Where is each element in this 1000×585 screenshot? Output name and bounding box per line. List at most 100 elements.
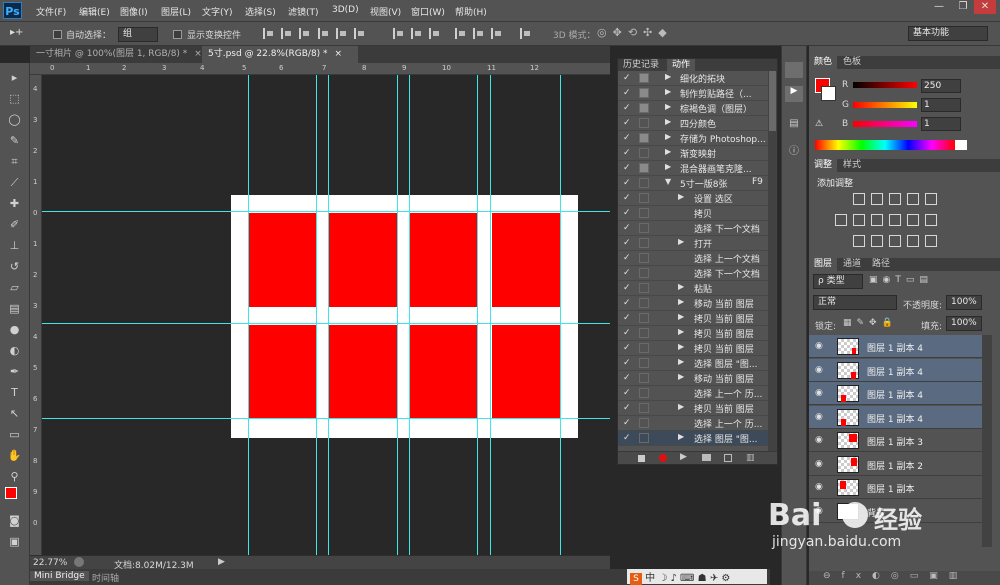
adjustment-icon[interactable] <box>889 235 901 247</box>
expand-arrow-icon[interactable]: ▶ <box>665 147 671 156</box>
g-slider[interactable] <box>853 102 917 108</box>
align-hcenter-icon[interactable] <box>281 28 292 39</box>
actions-scrollbar[interactable] <box>768 71 777 451</box>
guide-vertical[interactable] <box>560 75 561 555</box>
gradient-tool-icon[interactable]: ▤ <box>6 300 23 317</box>
action-row[interactable]: ✓ ▶ 移动 当前 图层 <box>618 296 768 311</box>
action-row[interactable]: ✓ 选择 上一个文档 <box>618 251 768 266</box>
action-row[interactable]: ✓ ▶ 设置 选区 <box>618 191 768 206</box>
sogou-icon[interactable]: S <box>630 573 642 585</box>
dialog-toggle-box[interactable] <box>639 403 649 413</box>
action-toggle-check-icon[interactable]: ✓ <box>623 343 631 353</box>
action-row[interactable]: ✓ ▶ 选择 图层 "图... <box>618 356 768 371</box>
expand-arrow-icon[interactable]: ▶ <box>665 72 671 81</box>
action-toggle-check-icon[interactable]: ✓ <box>623 313 631 323</box>
bg-color-swatch[interactable] <box>821 86 836 101</box>
quick-select-tool-icon[interactable]: ✎ <box>6 132 23 149</box>
layer-row[interactable]: ◉ 图层 1 副本 4 <box>809 382 982 405</box>
guide-vertical[interactable] <box>490 75 491 555</box>
dialog-toggle-box[interactable] <box>639 133 649 143</box>
guide-vertical[interactable] <box>328 75 329 555</box>
action-toggle-check-icon[interactable]: ✓ <box>623 148 631 158</box>
action-row[interactable]: ✓ ▶ 四分颜色 <box>618 116 768 131</box>
action-toggle-check-icon[interactable]: ✓ <box>623 163 631 173</box>
expand-arrow-icon[interactable]: ▶ <box>665 87 671 96</box>
align-top-icon[interactable] <box>318 28 329 39</box>
action-row[interactable]: ✓ ▶ 粘贴 <box>618 281 768 296</box>
dialog-toggle-box[interactable] <box>639 103 649 113</box>
close-button[interactable]: ✕ <box>974 0 996 14</box>
dialog-toggle-box[interactable] <box>639 298 649 308</box>
dialog-toggle-box[interactable] <box>639 313 649 323</box>
layer-row[interactable]: ◉ 图层 1 副本 4 <box>809 335 982 358</box>
fill-input[interactable]: 100% <box>946 316 982 331</box>
visibility-eye-icon[interactable]: ◉ <box>815 365 823 375</box>
action-row[interactable]: ✓ ▶ 制作剪贴路径（... <box>618 86 768 101</box>
action-row[interactable]: ✓ 选择 上一个 历... <box>618 416 768 431</box>
menu-item[interactable]: 滤镜(T) <box>288 5 319 18</box>
path-select-tool-icon[interactable]: ↖ <box>6 405 23 422</box>
adjustment-icon[interactable] <box>889 193 901 205</box>
action-toggle-check-icon[interactable]: ✓ <box>623 433 631 443</box>
action-toggle-check-icon[interactable]: ✓ <box>623 238 631 248</box>
eyedropper-tool-icon[interactable]: ⟋ <box>6 174 23 191</box>
expand-arrow-icon[interactable]: ▶ <box>665 132 671 141</box>
align-left-icon[interactable] <box>263 28 274 39</box>
layer-row[interactable]: ◉ 图层 1 副本 3 <box>809 429 982 452</box>
lock-icons[interactable]: ▦✎✥🔒 <box>843 318 898 328</box>
action-row[interactable]: ✓ ▶ 存储为 Photoshop... <box>618 131 768 146</box>
action-toggle-check-icon[interactable]: ✓ <box>623 358 631 368</box>
zoom-level[interactable]: 22.77% <box>33 558 67 568</box>
dialog-toggle-box[interactable] <box>639 148 649 158</box>
action-toggle-check-icon[interactable]: ✓ <box>623 223 631 233</box>
distribute-left-icon[interactable] <box>455 28 466 39</box>
r-value[interactable]: 250 <box>921 79 961 93</box>
menu-item[interactable]: 文字(Y) <box>202 5 233 18</box>
align-right-icon[interactable] <box>299 28 310 39</box>
action-toggle-check-icon[interactable]: ✓ <box>623 418 631 428</box>
align-bottom-icon[interactable] <box>354 28 365 39</box>
dialog-toggle-box[interactable] <box>639 193 649 203</box>
action-toggle-check-icon[interactable]: ✓ <box>623 328 631 338</box>
action-toggle-check-icon[interactable]: ✓ <box>623 133 631 143</box>
action-row[interactable]: ✓ ▶ 拷贝 当前 图层 <box>618 326 768 341</box>
action-row[interactable]: ✓ ▶ 移动 当前 图层 <box>618 371 768 386</box>
record-icon[interactable] <box>659 454 667 462</box>
minimize-button[interactable]: — <box>928 0 950 14</box>
layers-footer-icons[interactable]: ⊖fx◐◎▭▣▥ <box>809 571 1000 585</box>
action-row[interactable]: ✓ 选择 下一个文档 <box>618 266 768 281</box>
history-brush-tool-icon[interactable]: ↺ <box>6 258 23 275</box>
healing-tool-icon[interactable]: ✚ <box>6 195 23 212</box>
folder-icon[interactable] <box>702 454 711 461</box>
shape-tool-icon[interactable]: ▭ <box>6 426 23 443</box>
dialog-toggle-box[interactable] <box>639 358 649 368</box>
3d-tools-icon[interactable]: ◎✥⟲✣◆ <box>597 26 673 39</box>
opacity-input[interactable]: 100% <box>946 295 982 310</box>
adjustment-icon[interactable] <box>889 214 901 226</box>
expand-arrow-icon[interactable]: ▶ <box>678 372 684 381</box>
quick-mask-icon[interactable]: ◙ <box>6 512 23 529</box>
adjustment-icon[interactable] <box>907 193 919 205</box>
guide-vertical[interactable] <box>409 75 410 555</box>
tab-styles[interactable]: 样式 <box>838 159 866 172</box>
trash-icon[interactable]: ▥ <box>746 453 755 463</box>
dialog-toggle-box[interactable] <box>639 88 649 98</box>
expand-arrow-icon[interactable]: ▶ <box>678 432 684 441</box>
new-action-icon[interactable] <box>724 454 732 462</box>
action-row[interactable]: ✓ ▶ 渐变映射 <box>618 146 768 161</box>
move-tool-icon[interactable]: ▸ <box>6 69 23 86</box>
visibility-eye-icon[interactable]: ◉ <box>815 482 823 492</box>
adjustment-icon[interactable] <box>853 214 865 226</box>
action-row[interactable]: ✓ ▶ 拷贝 当前 图层 <box>618 341 768 356</box>
menu-item[interactable]: 窗口(W) <box>411 5 445 18</box>
action-toggle-check-icon[interactable]: ✓ <box>623 103 631 113</box>
type-tool-icon[interactable]: T <box>6 384 23 401</box>
auto-align-icon[interactable] <box>520 28 531 39</box>
layer-row[interactable]: ◉ 图层 1 副本 <box>809 476 982 499</box>
lasso-tool-icon[interactable]: ◯ <box>6 111 23 128</box>
brush-tool-icon[interactable]: ✐ <box>6 216 23 233</box>
dialog-toggle-box[interactable] <box>639 268 649 278</box>
action-toggle-check-icon[interactable]: ✓ <box>623 73 631 83</box>
adjustment-icon[interactable] <box>871 214 883 226</box>
expand-arrow-icon[interactable]: ▶ <box>678 327 684 336</box>
